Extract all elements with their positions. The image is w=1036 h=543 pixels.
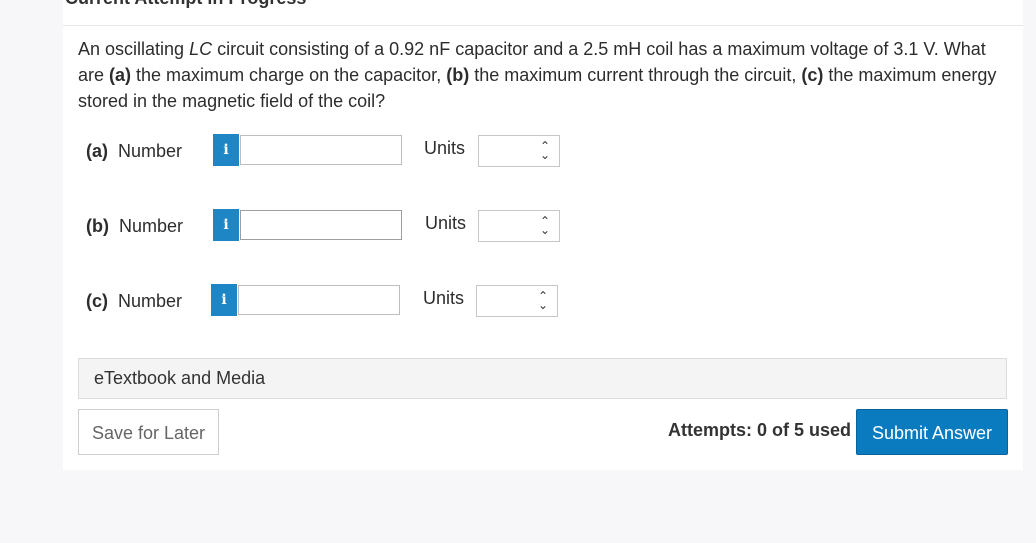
question-text: An oscillating LC circuit consisting of … [78,39,997,111]
part-b-units-select[interactable]: ⌃ ⌄ [478,210,560,242]
part-a-units-label: Units [424,138,466,158]
part-c-info-icon[interactable]: i [211,284,237,316]
part-a-number-input[interactable] [240,135,402,165]
part-a-info-icon[interactable]: i [213,134,239,166]
part-c-label: (c) Number [86,291,183,311]
part-b-number-input[interactable] [240,210,402,240]
chevron-updown-icon: ⌃ ⌄ [540,214,551,237]
chevron-updown-icon: ⌃ ⌄ [540,139,551,162]
question-card: Current Attempt in Progress An oscillati… [63,0,1023,470]
save-for-later-button[interactable]: Save for Later [78,409,219,455]
header-divider [63,25,1023,26]
part-b-label: (b) Number [86,216,184,236]
attempt-status-title: Current Attempt in Progress [65,0,306,9]
part-a-units-select[interactable]: ⌃ ⌄ [478,135,560,167]
part-a-row: (a) Number i Units ⌃ ⌄ [63,134,1023,168]
chevron-updown-icon: ⌃ ⌄ [538,289,549,312]
etextbook-media-panel[interactable]: eTextbook and Media [78,358,1007,399]
part-c-number-input[interactable] [238,285,400,315]
lc-italic: LC [189,39,213,59]
part-c-row: (c) Number i Units ⌃ ⌄ [63,284,1023,318]
part-b-units-label: Units [425,213,467,233]
part-c-units-label: Units [423,288,465,308]
part-a-label: (a) Number [86,141,183,161]
part-b-info-icon[interactable]: i [213,209,239,241]
attempts-counter: Attempts: 0 of 5 used [668,420,852,440]
part-c-units-select[interactable]: ⌃ ⌄ [476,285,558,317]
submit-answer-button[interactable]: Submit Answer [856,409,1008,455]
part-b-row: (b) Number i Units ⌃ ⌄ [63,209,1023,243]
